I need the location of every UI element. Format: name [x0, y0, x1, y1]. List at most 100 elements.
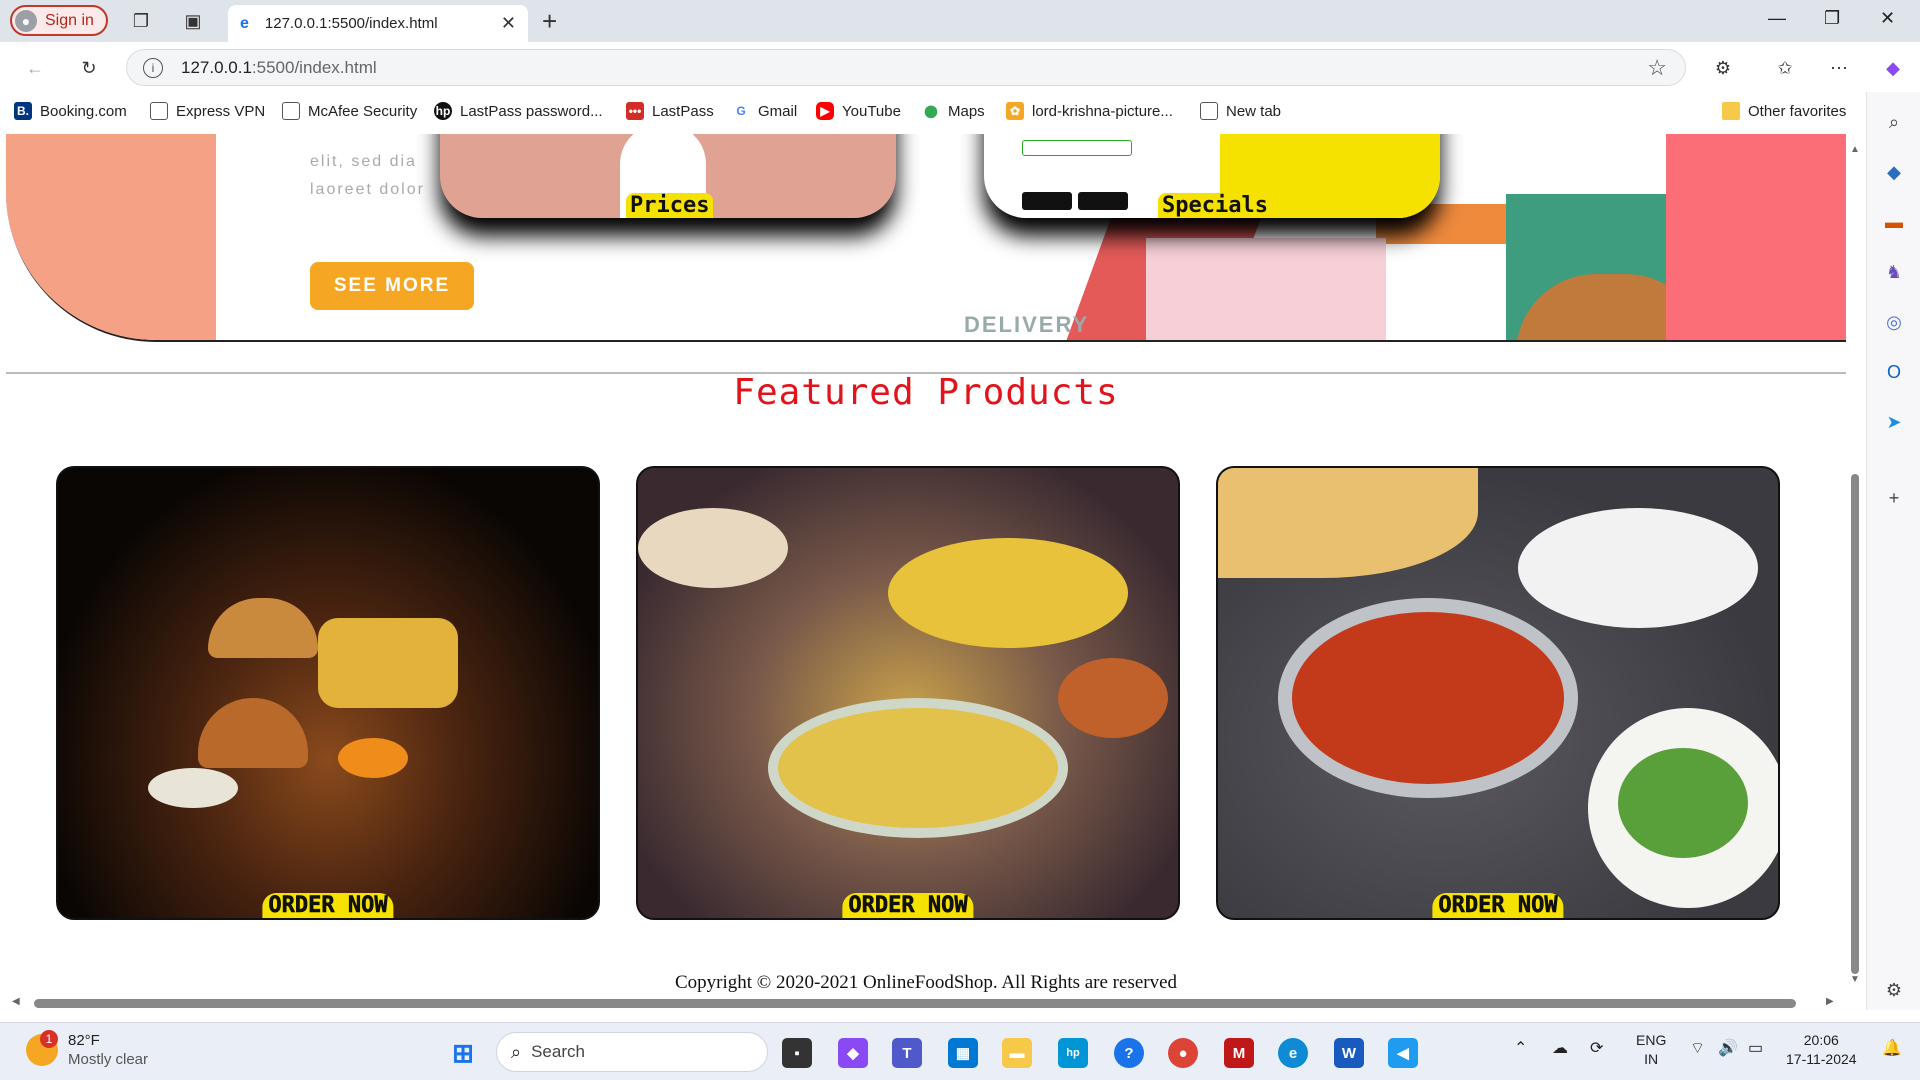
url-path: :5500/index.html: [251, 57, 377, 77]
edge-icon[interactable]: e: [1278, 1038, 1308, 1068]
order-now-button[interactable]: ORDER NOW: [842, 893, 974, 918]
outlook-icon[interactable]: O: [1882, 360, 1906, 384]
address-bar[interactable]: i 127.0.0.1:5500/index.html ☆: [126, 49, 1686, 86]
minimize-icon[interactable]: —: [1768, 8, 1786, 29]
bookmark-label: Express VPN: [176, 102, 266, 120]
product-card-burgers[interactable]: ORDER NOW: [56, 466, 600, 920]
wifi-icon[interactable]: ⌔: [1690, 1039, 1705, 1058]
scroll-left-arrow[interactable]: ◀: [12, 996, 20, 1007]
favorite-star-icon[interactable]: ☆: [1647, 55, 1667, 81]
language-indicator[interactable]: ENG IN: [1636, 1031, 1666, 1069]
microsoft-365-icon[interactable]: ◎: [1882, 310, 1906, 334]
order-now-button[interactable]: ORDER NOW: [1432, 893, 1564, 918]
browser-titlebar: ● Sign in ❐ ▣ e 127.0.0.1:5500/index.htm…: [0, 0, 1920, 42]
bookmark-new-tab[interactable]: New tab: [1200, 102, 1281, 120]
workspaces-icon[interactable]: ❐: [128, 8, 154, 34]
tools-icon[interactable]: ▬: [1882, 210, 1906, 234]
file-explorer-icon[interactable]: ▬: [1002, 1038, 1032, 1068]
bookmark-lastpass-password[interactable]: hp LastPass password...: [434, 102, 603, 120]
vscode-icon[interactable]: ◀: [1388, 1038, 1418, 1068]
help-icon[interactable]: ?: [1114, 1038, 1144, 1068]
info-icon[interactable]: i: [143, 57, 163, 78]
favorites-icon[interactable]: ✩: [1772, 55, 1798, 81]
games-icon[interactable]: ♞: [1882, 260, 1906, 284]
vertical-scrollbar[interactable]: ▲ ▼: [1848, 134, 1862, 994]
app-input-mock: [1022, 140, 1132, 156]
sign-in-button[interactable]: ● Sign in: [10, 5, 108, 36]
copilot-icon[interactable]: ◆: [1880, 55, 1906, 81]
copilot-app-icon[interactable]: ◆: [838, 1038, 868, 1068]
notifications-icon[interactable]: 🔔: [1882, 1039, 1902, 1058]
tab-active[interactable]: e 127.0.0.1:5500/index.html ✕: [228, 5, 528, 42]
weather-widget[interactable]: 1 82°F Mostly clear: [26, 1030, 148, 1069]
store-icon[interactable]: ▦: [948, 1038, 978, 1068]
refresh-icon[interactable]: ↻: [76, 55, 102, 81]
back-icon[interactable]: ←: [22, 55, 48, 81]
task-view-icon[interactable]: ▪: [782, 1038, 812, 1068]
rice-bowl-shape: [888, 538, 1128, 648]
bookmark-youtube[interactable]: ▶ YouTube: [816, 102, 901, 120]
settings-gear-icon[interactable]: ⚙: [1882, 978, 1906, 1002]
url-host: 127.0.0.1: [181, 57, 252, 77]
prices-label: Prices: [626, 193, 714, 218]
search-icon[interactable]: ⌕: [1882, 110, 1906, 134]
horizontal-scroll-thumb[interactable]: [34, 999, 1796, 1008]
vertical-scroll-thumb[interactable]: [1851, 474, 1859, 974]
teams-icon[interactable]: T: [892, 1038, 922, 1068]
edge-sidebar: ⌕ ◆ ▬ ♞ ◎ O ➤ + ⚙: [1866, 92, 1920, 1010]
weather-sun-icon: 1: [26, 1030, 58, 1066]
chrome-icon[interactable]: ●: [1168, 1038, 1198, 1068]
horizontal-scrollbar[interactable]: ◀ ▶: [6, 996, 1846, 1010]
prices-card[interactable]: Prices: [440, 134, 896, 218]
new-tab-button[interactable]: +: [542, 6, 557, 37]
mcafee-icon[interactable]: M: [1224, 1038, 1254, 1068]
scroll-right-arrow[interactable]: ▶: [1826, 996, 1834, 1007]
extensions-icon[interactable]: ⚙: [1710, 55, 1736, 81]
burger-shape: [208, 598, 318, 658]
tab-actions-icon[interactable]: ▣: [180, 8, 206, 34]
bookmark-lastpass[interactable]: ••• LastPass: [626, 102, 714, 120]
myhp-icon[interactable]: hp: [1058, 1038, 1088, 1068]
word-icon[interactable]: W: [1334, 1038, 1364, 1068]
bookmark-booking[interactable]: B. Booking.com: [14, 102, 127, 120]
onedrive-icon[interactable]: ☁: [1552, 1039, 1568, 1058]
hero-body-text: elit, sed dia laoreet dolor: [310, 148, 425, 204]
send-icon[interactable]: ➤: [1882, 410, 1906, 434]
product-card-curry[interactable]: ORDER NOW: [1216, 466, 1780, 920]
clock[interactable]: 20:06 17-11-2024: [1786, 1031, 1857, 1069]
bookmark-lord-krishna[interactable]: ✿ lord-krishna-picture...: [1006, 102, 1173, 120]
tray-overflow-icon[interactable]: ⌃: [1514, 1039, 1527, 1058]
sync-icon[interactable]: ⟳: [1590, 1039, 1603, 1058]
bookmark-label: McAfee Security: [308, 102, 418, 120]
rice-plate-shape: [768, 698, 1068, 838]
volume-icon[interactable]: 🔊: [1718, 1039, 1738, 1058]
bookmark-label: lord-krishna-picture...: [1032, 102, 1173, 120]
close-window-icon[interactable]: ✕: [1880, 8, 1895, 29]
restore-icon[interactable]: ❐: [1824, 8, 1840, 29]
close-tab-icon[interactable]: ✕: [501, 13, 516, 34]
app-store-badge: [1022, 192, 1072, 210]
add-icon[interactable]: +: [1882, 486, 1906, 510]
battery-icon[interactable]: ▭: [1748, 1039, 1763, 1058]
bookmark-express-vpn[interactable]: Express VPN: [150, 102, 265, 120]
hero-text-line: elit, sed dia: [310, 153, 417, 170]
scroll-down-arrow[interactable]: ▼: [1850, 974, 1860, 985]
windows-start-icon[interactable]: ⊞: [448, 1038, 478, 1068]
bookmark-maps[interactable]: ⬤ Maps: [922, 102, 984, 120]
see-more-button[interactable]: SEE MORE: [310, 262, 474, 310]
taskbar-search[interactable]: ⌕ Search: [496, 1032, 768, 1072]
shopping-tag-icon[interactable]: ◆: [1882, 160, 1906, 184]
bookmark-mcafee[interactable]: McAfee Security: [282, 102, 417, 120]
hero-right-panel: [1666, 134, 1846, 340]
more-menu-icon[interactable]: ⋯: [1826, 55, 1852, 81]
dip-bowl-shape: [338, 738, 408, 778]
side-bowl-shape: [638, 508, 788, 588]
other-favorites[interactable]: Other favorites: [1722, 102, 1846, 120]
burger-shape: [198, 698, 308, 768]
bookmark-label: Gmail: [758, 102, 798, 120]
product-card-biryani[interactable]: ORDER NOW: [636, 466, 1180, 920]
specials-card[interactable]: Specials: [984, 134, 1440, 218]
order-now-button[interactable]: ORDER NOW: [262, 893, 394, 918]
scroll-up-arrow[interactable]: ▲: [1850, 144, 1860, 155]
bookmark-gmail[interactable]: G Gmail: [732, 102, 797, 120]
